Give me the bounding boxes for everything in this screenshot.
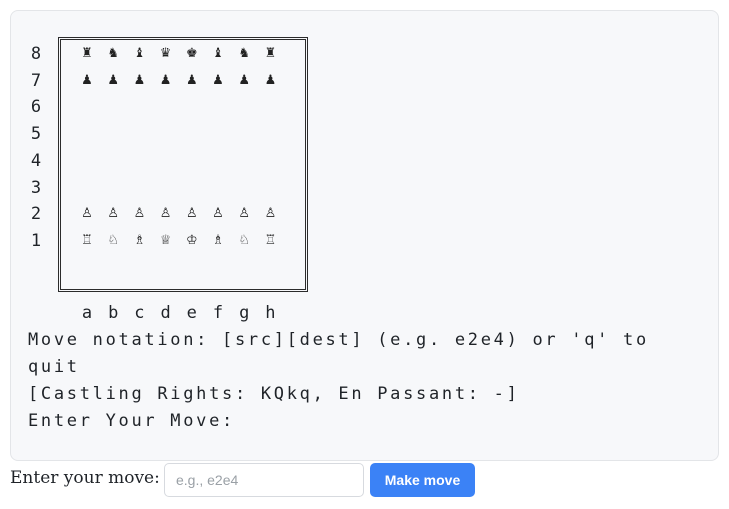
square-e2: ♙ <box>185 206 198 222</box>
square-c7: ♟ <box>133 72 146 88</box>
file-label: f <box>212 303 224 323</box>
square-h8: ♜ <box>264 46 277 61</box>
square-g7: ♟ <box>238 72 251 88</box>
square-e7: ♟ <box>185 72 198 88</box>
square-g1: ♘ <box>238 232 251 248</box>
move-input[interactable] <box>164 463 364 497</box>
square-d7: ♟ <box>159 72 172 88</box>
square-b4 <box>100 148 126 174</box>
make-move-button[interactable]: Make move <box>370 463 475 497</box>
square-c3 <box>126 175 152 201</box>
square-b7: ♟ <box>107 72 120 88</box>
square-d8: ♛ <box>159 46 172 61</box>
file-label: a <box>81 303 93 323</box>
rank-label: 6 <box>30 97 42 118</box>
square-a3 <box>74 175 100 201</box>
square-h6 <box>257 94 283 120</box>
square-h4 <box>257 148 283 174</box>
square-a8: ♜ <box>81 46 93 61</box>
square-d5 <box>153 121 179 147</box>
square-g3 <box>231 175 257 201</box>
rank-label: 4 <box>30 150 42 171</box>
square-g5 <box>231 121 257 147</box>
file-label: d <box>160 303 171 323</box>
square-a4 <box>74 148 100 174</box>
castling-status-line: [Castling Rights: KQkq, En Passant: -] <box>28 384 520 404</box>
rank-label: 7 <box>30 70 42 91</box>
notation-help-line-2: quit <box>28 357 80 377</box>
square-b1: ♘ <box>107 232 120 248</box>
square-b3 <box>100 175 126 201</box>
square-f2: ♙ <box>212 206 224 222</box>
file-label: h <box>265 303 276 323</box>
square-c4 <box>126 148 152 174</box>
notation-help-line-1: Move notation: [src][dest] (e.g. e2e4) o… <box>28 330 649 350</box>
square-b6 <box>100 94 126 120</box>
file-label: c <box>134 303 145 323</box>
square-f1: ♗ <box>212 232 224 248</box>
square-d3 <box>153 175 179 201</box>
square-g4 <box>231 148 257 174</box>
square-f5 <box>205 121 231 147</box>
square-f4 <box>205 148 231 174</box>
square-a5 <box>74 121 100 147</box>
rank-label: 5 <box>30 124 42 145</box>
square-e6 <box>179 94 205 120</box>
square-h3 <box>257 175 283 201</box>
square-b8: ♞ <box>107 46 120 61</box>
square-h2: ♙ <box>264 206 277 222</box>
square-d4 <box>153 148 179 174</box>
square-d2: ♙ <box>159 206 172 222</box>
rank-label: 2 <box>30 204 42 225</box>
square-c5 <box>126 121 152 147</box>
rank-label: 3 <box>30 177 42 198</box>
square-e3 <box>179 175 205 201</box>
square-e5 <box>179 121 205 147</box>
square-h5 <box>257 121 283 147</box>
file-label: e <box>186 303 197 323</box>
square-b5 <box>100 121 126 147</box>
rank-label: 8 <box>30 44 42 64</box>
square-f3 <box>205 175 231 201</box>
square-f6 <box>205 94 231 120</box>
square-e8: ♚ <box>185 46 198 61</box>
square-g6 <box>231 94 257 120</box>
square-d1: ♕ <box>159 232 172 248</box>
square-a1: ♖ <box>81 232 93 248</box>
square-c2: ♙ <box>133 206 146 222</box>
move-input-label: Enter your move: <box>10 468 160 488</box>
square-a6 <box>74 94 100 120</box>
square-c6 <box>126 94 152 120</box>
file-label: g <box>239 303 250 323</box>
square-c1: ♗ <box>133 232 146 248</box>
terminal-prompt: Enter Your Move: <box>28 411 235 431</box>
square-b2: ♙ <box>107 206 120 222</box>
square-c8: ♝ <box>133 46 146 61</box>
square-h7: ♟ <box>264 72 277 88</box>
file-label: b <box>108 303 119 323</box>
square-e4 <box>179 148 205 174</box>
square-d6 <box>153 94 179 120</box>
terminal-output: 8 ♜ ♞ ♝ ♛ ♚ ♝ ♞ ♜ 7 ♟ ♟ ♟ ♟ ♟ ♟ ♟ ♟ 6 5 4 3 2 ♙ ♙ ♙ ♙ ♙ ♙ ♙ ♙ 1 ♖ ♘ ♗ ♕ ♔ ♗ ♘ ♖… <box>10 10 719 461</box>
square-f8: ♝ <box>212 46 224 61</box>
square-a2: ♙ <box>81 206 93 222</box>
square-h1: ♖ <box>264 232 277 248</box>
square-g2: ♙ <box>238 206 251 222</box>
square-g8: ♞ <box>238 46 251 61</box>
square-f7: ♟ <box>212 72 224 88</box>
square-e1: ♔ <box>185 232 198 248</box>
rank-label: 1 <box>30 230 42 251</box>
square-a7: ♟ <box>81 72 93 88</box>
